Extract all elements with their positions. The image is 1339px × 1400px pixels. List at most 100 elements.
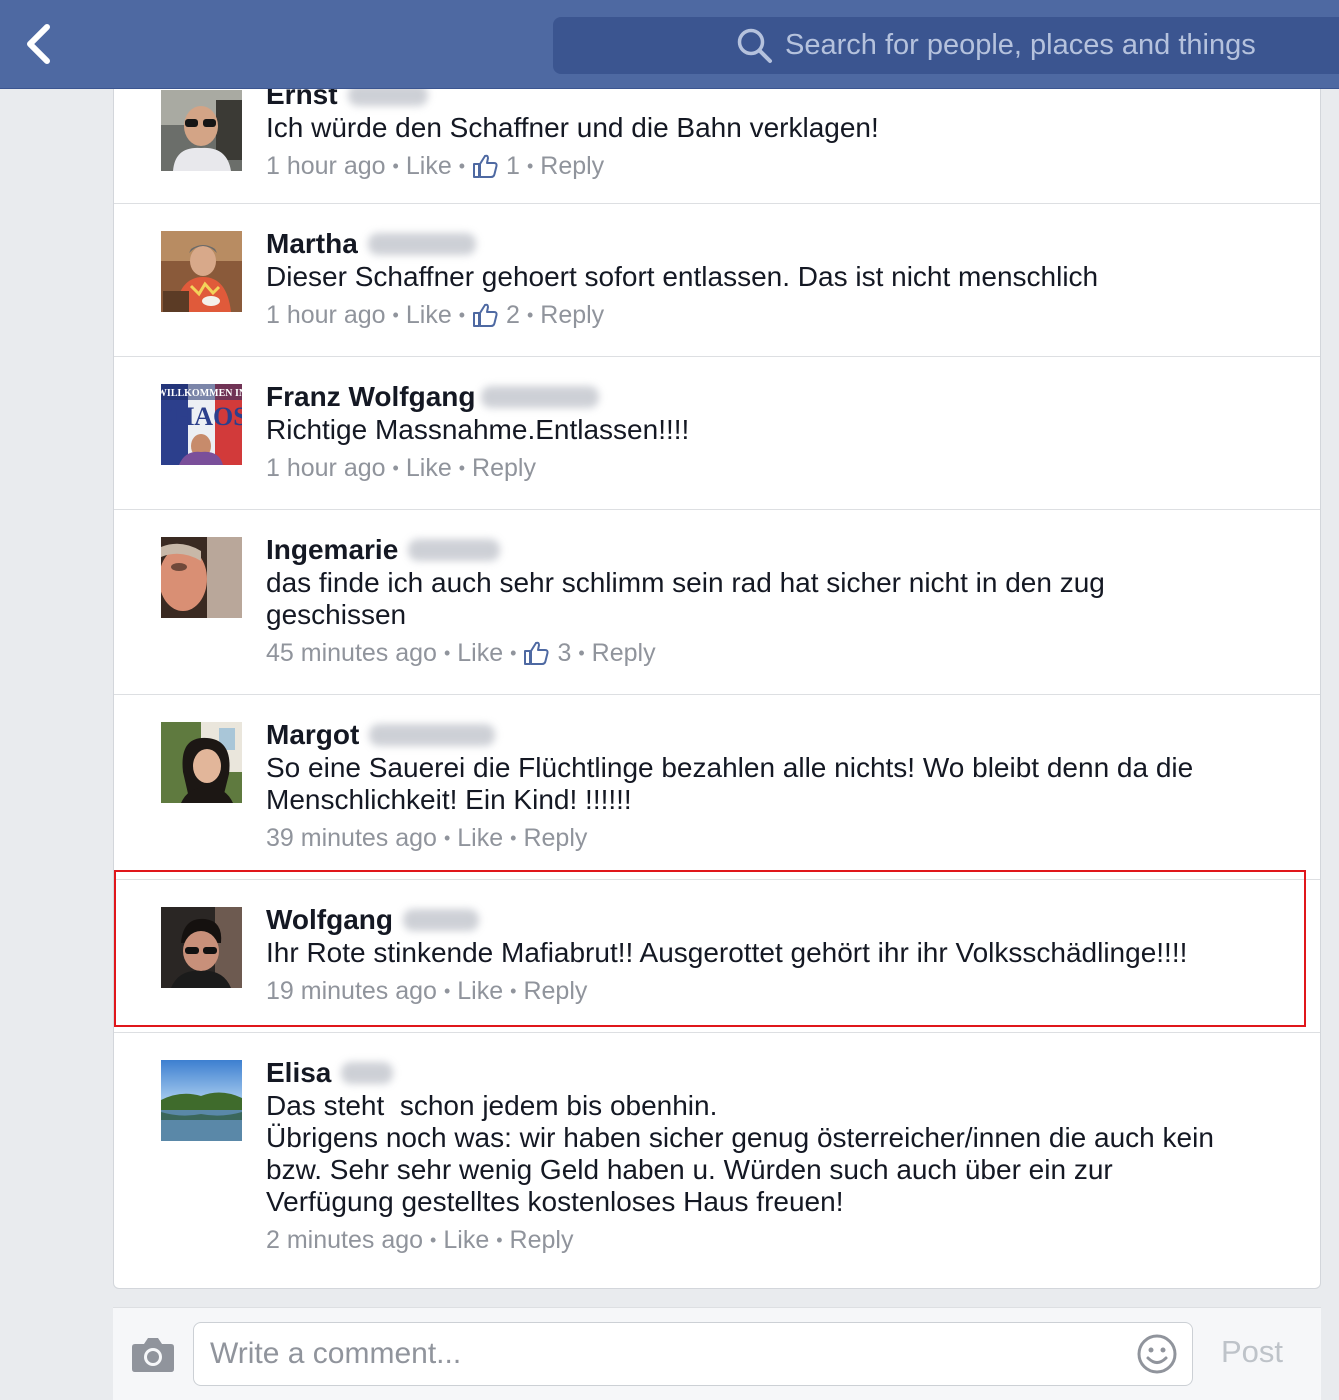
timestamp: 1 hour ago (266, 454, 386, 482)
top-navigation-bar (0, 0, 1339, 89)
comment-item: Elisa Das steht schon jedem bis obenhin.… (114, 1033, 1320, 1288)
like-count-value: 3 (557, 639, 572, 667)
name-row: Ingemarie (266, 534, 1276, 566)
like-link[interactable]: Like (443, 1225, 489, 1255)
like-link[interactable]: Like (406, 453, 452, 483)
like-count-value: 2 (506, 301, 520, 329)
comment-meta: 19 minutes ago • Like • Reply (266, 976, 1276, 1006)
separator-dot: • (458, 458, 466, 478)
separator-dot: • (392, 305, 399, 325)
name-row: Franz Wolfgang (266, 381, 1276, 413)
comment-text: Dieser Schaffner gehoert sofort entlasse… (266, 261, 1099, 292)
avatar[interactable] (161, 722, 242, 803)
comment-text: Das steht schon jedem bis obenhin. Übrig… (266, 1090, 1214, 1217)
avatar[interactable]: WILLKOMMEN IN CHAOS (161, 384, 242, 465)
comment-composer: Post (113, 1307, 1321, 1400)
reply-link[interactable]: Reply (510, 1225, 574, 1255)
commenter-name[interactable]: Martha (266, 228, 358, 260)
thumbs-up-icon (473, 154, 498, 178)
search-bar[interactable] (553, 17, 1339, 74)
back-button[interactable] (14, 18, 62, 70)
thumbs-up-icon (524, 641, 550, 665)
comment-meta: 45 minutes ago • Like • 3 • Reply (266, 638, 1276, 668)
timestamp: 1 hour ago (266, 301, 386, 329)
timestamp: 39 minutes ago (266, 824, 437, 852)
like-count[interactable]: 2 (472, 300, 520, 330)
name-row: Wolfgang (266, 904, 1276, 936)
redacted-surname (369, 724, 496, 746)
search-icon (737, 28, 772, 63)
avatar-text: WILLKOMMEN IN (161, 388, 242, 399)
comment-meta: 1 hour ago • Like • Reply (266, 453, 1276, 483)
timestamp: 1 hour ago (266, 152, 386, 180)
separator-dot: • (526, 305, 534, 325)
separator-dot: • (458, 156, 466, 176)
comment-body: Ingemarie das finde ich auch sehr schlim… (266, 534, 1276, 668)
comment-item: Martha Dieser Schaffner gehoert sofort e… (114, 204, 1320, 357)
smiley-icon[interactable] (1136, 1333, 1178, 1375)
like-link[interactable]: Like (457, 823, 503, 853)
comment-item: Ingemarie das finde ich auch sehr schlim… (114, 510, 1320, 695)
avatar-text: CHAOS (161, 402, 242, 431)
redacted-surname (481, 386, 600, 408)
comment-body: Elisa Das steht schon jedem bis obenhin.… (266, 1057, 1276, 1255)
comment-body: Wolfgang Ihr Rote stinkende Mafiabrut!! … (266, 904, 1276, 1006)
separator-dot: • (392, 458, 399, 478)
comment-meta: 1 hour ago • Like • 1 • Reply (266, 151, 1276, 181)
avatar[interactable] (161, 1060, 242, 1141)
redacted-surname (367, 233, 476, 255)
redacted-surname (341, 1062, 394, 1084)
reply-link[interactable]: Reply (523, 823, 587, 853)
separator-dot: • (496, 1230, 503, 1250)
comment-body: Margot So eine Sauerei die Flüchtlinge b… (266, 719, 1276, 853)
comment-item: WILLKOMMEN IN CHAOS Franz Wolfgang Richt… (114, 357, 1320, 510)
separator-dot: • (458, 305, 466, 325)
comment-input[interactable] (193, 1322, 1193, 1386)
comment-body: Franz Wolfgang Richtige Massnahme.Entlas… (266, 381, 1276, 483)
comments-screen: Ernst Ich würde den Schaffner und die Ba… (0, 0, 1339, 1400)
avatar[interactable] (161, 231, 242, 312)
commenter-name[interactable]: Ingemarie (266, 534, 398, 566)
commenter-name[interactable]: Franz Wolfgang (266, 381, 475, 413)
separator-dot: • (526, 156, 534, 176)
like-count[interactable]: 3 (523, 638, 571, 668)
timestamp: 45 minutes ago (266, 639, 437, 667)
reply-link[interactable]: Reply (472, 453, 536, 483)
name-row: Margot (266, 719, 1276, 751)
separator-dot: • (510, 981, 517, 1001)
like-link[interactable]: Like (406, 151, 452, 181)
reply-link[interactable]: Reply (540, 151, 604, 181)
comment-meta: 39 minutes ago • Like • Reply (266, 823, 1276, 853)
comment-item-highlighted: Wolfgang Ihr Rote stinkende Mafiabrut!! … (114, 880, 1320, 1033)
like-count[interactable]: 1 (472, 151, 520, 181)
comment-text: Richtige Massnahme.Entlassen!!!! (266, 414, 690, 445)
avatar[interactable] (161, 90, 242, 171)
separator-dot: • (510, 643, 517, 663)
avatar[interactable] (161, 537, 242, 618)
camera-icon[interactable] (131, 1334, 175, 1374)
commenter-name[interactable]: Margot (266, 719, 359, 751)
chevron-left-icon (27, 24, 50, 64)
reply-link[interactable]: Reply (592, 638, 656, 668)
redacted-surname (408, 539, 501, 561)
comment-text: Ihr Rote stinkende Mafiabrut!! Ausgerott… (266, 937, 1188, 968)
name-row: Martha (266, 228, 1276, 260)
avatar[interactable] (161, 907, 242, 988)
timestamp: 2 minutes ago (266, 1226, 424, 1254)
separator-dot: • (443, 643, 451, 663)
comment-item: Margot So eine Sauerei die Flüchtlinge b… (114, 695, 1320, 880)
commenter-name[interactable]: Wolfgang (266, 904, 393, 936)
post-button[interactable]: Post (1221, 1334, 1283, 1370)
like-link[interactable]: Like (457, 638, 503, 668)
like-count-value: 1 (506, 152, 520, 180)
commenter-name[interactable]: Elisa (266, 1057, 331, 1089)
separator-dot: • (578, 643, 585, 663)
like-link[interactable]: Like (406, 300, 452, 330)
separator-dot: • (443, 981, 451, 1001)
search-input[interactable] (785, 25, 1325, 65)
separator-dot: • (443, 828, 451, 848)
separator-dot: • (392, 156, 399, 176)
like-link[interactable]: Like (457, 976, 503, 1006)
reply-link[interactable]: Reply (540, 300, 604, 330)
reply-link[interactable]: Reply (523, 976, 587, 1006)
